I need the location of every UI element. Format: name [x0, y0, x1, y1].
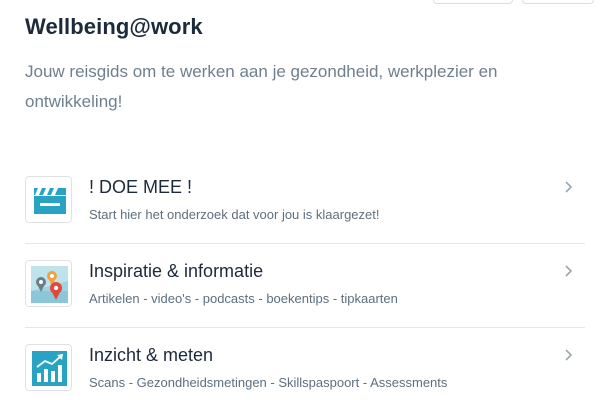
- chevron-right-icon: [565, 265, 573, 277]
- menu-item-description: Start hier het onderzoek dat voor jou is…: [89, 207, 380, 222]
- menu-item-inzicht[interactable]: Inzicht & meten Scans - Gezondheidsmetin…: [25, 328, 585, 400]
- menu-item-description: Artikelen - video's - podcasts - boekent…: [89, 291, 398, 306]
- clapperboard-icon: [25, 176, 72, 223]
- chevron-right-icon: [565, 349, 573, 361]
- top-button-left[interactable]: [433, 0, 513, 4]
- menu-item-inspiratie[interactable]: Inspiratie & informatie Artikelen - vide…: [25, 244, 585, 328]
- menu-list: ! DOE MEE ! Start hier het onderzoek dat…: [25, 160, 585, 400]
- top-button-right[interactable]: [522, 0, 594, 4]
- menu-item-description: Scans - Gezondheidsmetingen - Skillspasp…: [89, 375, 448, 390]
- page-title: Wellbeing@work: [25, 14, 203, 39]
- chevron-right-icon: [565, 181, 573, 193]
- bar-chart-icon: [25, 344, 72, 391]
- menu-item-doe-mee[interactable]: ! DOE MEE ! Start hier het onderzoek dat…: [25, 160, 585, 244]
- page-subtitle: Jouw reisgids om te werken aan je gezond…: [25, 62, 498, 111]
- map-pin-icon: [25, 260, 72, 307]
- menu-item-label: ! DOE MEE !: [89, 177, 193, 197]
- menu-item-label: Inzicht & meten: [89, 345, 214, 365]
- menu-item-label: Inspiratie & informatie: [89, 261, 264, 281]
